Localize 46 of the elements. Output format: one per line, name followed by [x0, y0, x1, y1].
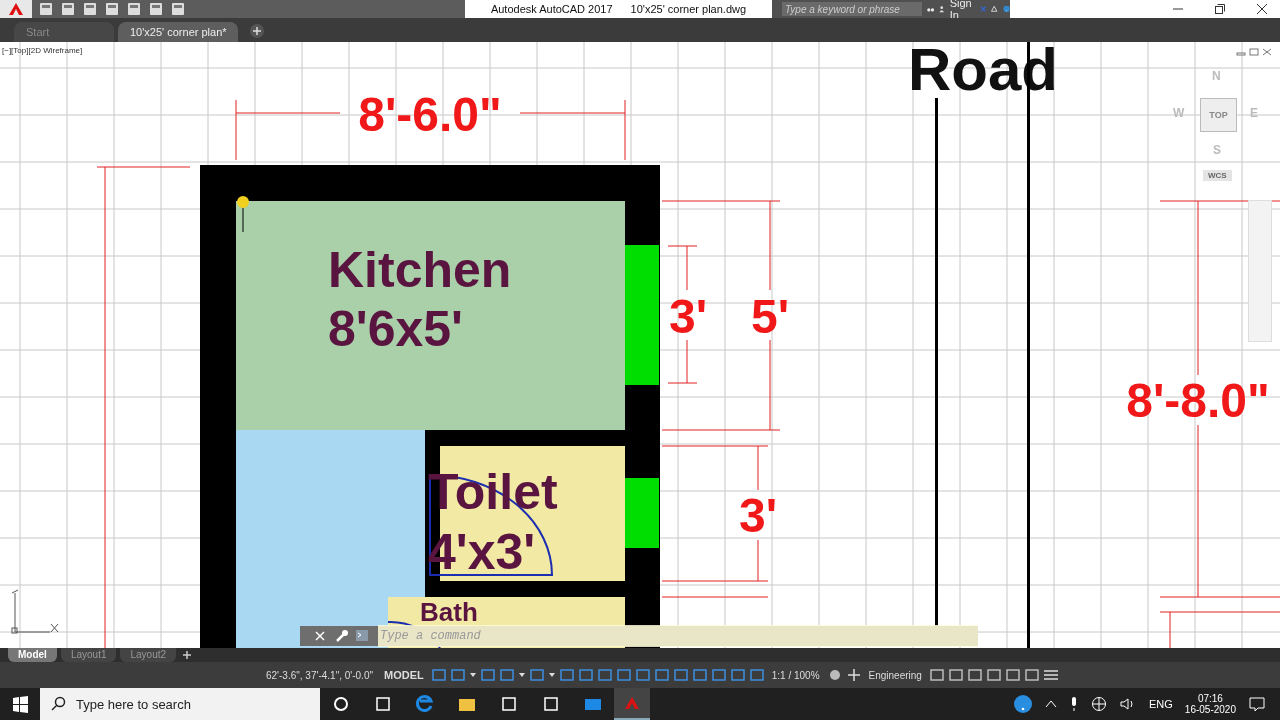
viewport-label[interactable]: [−][Top][2D Wireframe] — [2, 46, 83, 55]
room-name: Bath — [420, 597, 478, 627]
menu-icon[interactable] — [1042, 668, 1059, 682]
autocad-taskbar-button[interactable] — [614, 688, 650, 720]
cortana-icon[interactable] — [331, 694, 351, 714]
layout-tab[interactable]: Layout2 — [120, 648, 177, 662]
layout-tab[interactable]: Layout1 — [60, 648, 117, 662]
close-icon[interactable] — [1256, 3, 1268, 15]
ucs-axis-icon — [11, 589, 59, 634]
layout-tab[interactable]: Model — [8, 648, 57, 662]
new-tab-icon[interactable] — [250, 24, 264, 38]
dimension-label: 3' — [668, 290, 708, 343]
autocad-logo-icon — [7, 2, 25, 16]
dimension-label: 5' — [750, 290, 790, 343]
application-menu-button[interactable] — [0, 0, 32, 18]
annotation-scale-button[interactable]: 1:1 / 100% — [767, 669, 824, 681]
language-indicator[interactable]: ENG — [1149, 698, 1173, 710]
autocad-logo-icon — [623, 695, 641, 711]
ucs-menu[interactable]: WCS — [1203, 170, 1232, 181]
clock-date[interactable]: 16-05-2020 — [1184, 704, 1236, 715]
viewcube-top[interactable]: TOP — [1200, 98, 1237, 132]
task-view-icon[interactable] — [373, 694, 393, 714]
browser-icon[interactable] — [415, 694, 435, 714]
taskbar-search-field[interactable]: Type here to search — [40, 688, 320, 720]
dimension-label: 3' — [738, 489, 778, 542]
file-name: 10'x25' corner plan.dwg — [630, 3, 747, 15]
plus-icon[interactable] — [845, 668, 862, 682]
dimension-label: 8'-8.0" — [1126, 374, 1270, 427]
microphone-icon[interactable] — [1069, 696, 1079, 712]
dimension-label: 8'-6.0" — [358, 88, 502, 141]
app-title: Autodesk AutoCAD 2017 — [490, 3, 613, 15]
globe-icon[interactable] — [1091, 696, 1107, 712]
file-tab[interactable]: 10'x25' corner plan* — [118, 22, 238, 42]
search-field[interactable]: Type a keyword or phrase — [782, 2, 922, 16]
notification-icon[interactable] — [1248, 696, 1266, 712]
room-name: Kitchen — [328, 242, 512, 298]
restore-icon[interactable] — [1214, 3, 1226, 15]
help-icon[interactable] — [1013, 694, 1033, 714]
room-size: 8'6x5' — [328, 301, 463, 357]
clock-time[interactable]: 07:16 — [1197, 693, 1223, 704]
units-button[interactable]: Engineering — [864, 669, 926, 681]
model-space-button[interactable]: MODEL — [380, 669, 428, 681]
coordinates-readout[interactable]: 62'-3.6", 37'-4.1", 0'-0.0" — [262, 669, 377, 681]
chevron-up-icon[interactable] — [1045, 699, 1057, 709]
command-field[interactable]: Type a command — [378, 625, 978, 647]
search-icon — [50, 696, 66, 712]
